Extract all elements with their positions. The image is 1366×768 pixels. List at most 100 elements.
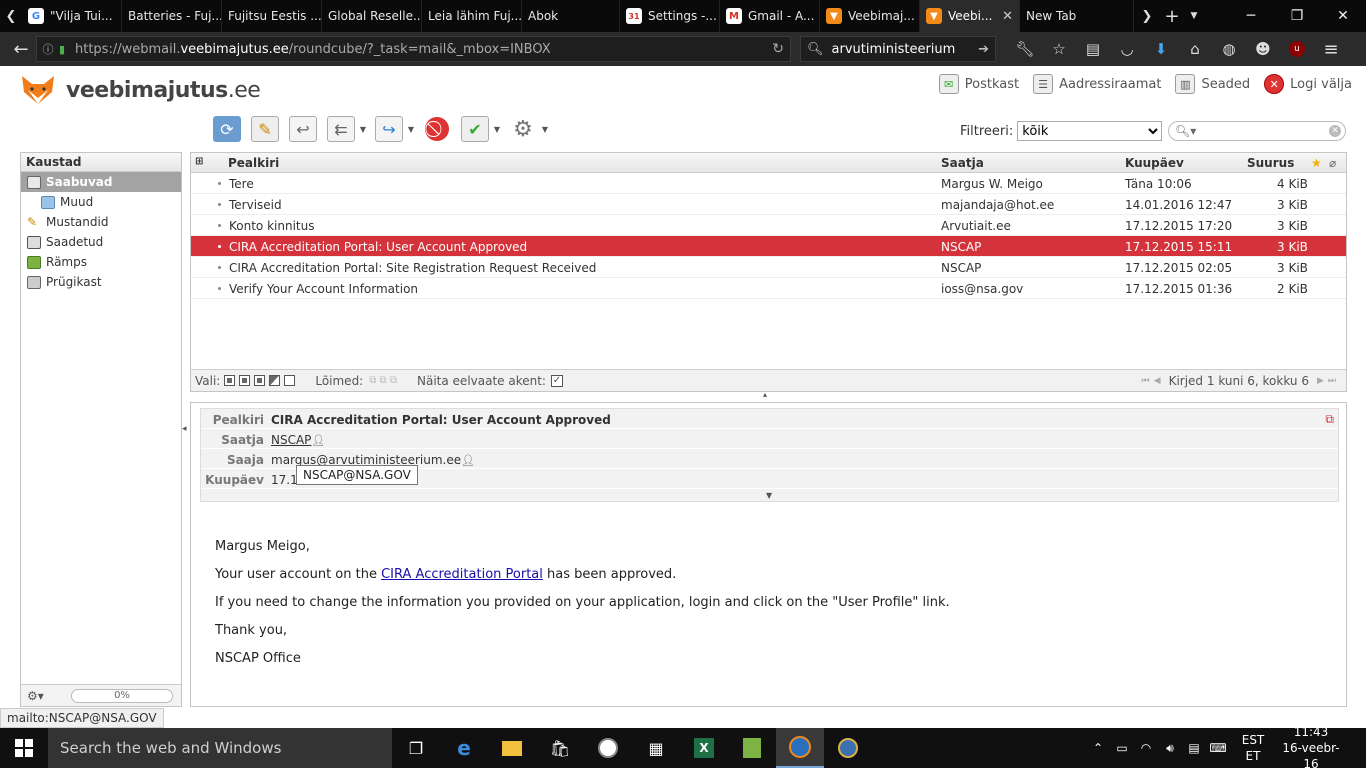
keyboard-icon[interactable]: ⌨ xyxy=(1206,741,1230,755)
back-button[interactable]: ← xyxy=(6,34,36,64)
info-icon[interactable]: ⓘ xyxy=(37,41,59,57)
dropdown-arrow-icon[interactable]: ▼ xyxy=(360,125,366,134)
select-invert-icon[interactable] xyxy=(269,375,281,386)
emoji-icon[interactable]: ☻ xyxy=(1246,36,1280,62)
message-row[interactable]: CIRA Accreditation Portal: User Account … xyxy=(191,236,1346,257)
column-subject[interactable]: Pealkiri xyxy=(228,156,279,170)
folder-item-saadetud[interactable]: Saadetud xyxy=(21,232,181,252)
list-options-icon[interactable]: ⊞ xyxy=(195,156,203,167)
unread-status-icon[interactable] xyxy=(218,224,221,227)
calculator-icon[interactable]: ▦ xyxy=(632,728,680,768)
browser-tab[interactable]: G "Vilja Tui... xyxy=(22,0,122,32)
unread-status-icon[interactable] xyxy=(218,203,221,206)
clock-app-icon[interactable] xyxy=(584,728,632,768)
volume-icon[interactable]: 🔊︎ xyxy=(1158,741,1182,756)
store-icon[interactable]: 🛍︎ xyxy=(536,728,584,768)
power-icon[interactable]: ▭ xyxy=(1110,741,1134,755)
language-indicator[interactable]: EST ET xyxy=(1230,732,1276,764)
unread-status-icon[interactable] xyxy=(218,245,221,248)
column-from[interactable]: Saatja xyxy=(941,156,984,170)
filter-select[interactable]: kõik xyxy=(1017,121,1163,141)
splitter-handle-icon[interactable]: ◂ xyxy=(182,424,187,434)
browser-search-bar[interactable]: 🔍︎ arvutiministeerium ➔ xyxy=(800,36,996,62)
column-size[interactable]: Suurus xyxy=(1247,156,1294,170)
ublock-icon[interactable]: u xyxy=(1280,36,1314,62)
excel-icon[interactable]: X xyxy=(680,728,728,768)
browser-tab[interactable]: 31 Settings -... xyxy=(620,0,720,32)
message-row[interactable]: Konto kinnitus Arvutiait.ee 17.12.2015 17:… xyxy=(191,215,1346,236)
wifi-icon[interactable]: ◠ xyxy=(1134,741,1158,755)
select-none-icon[interactable] xyxy=(284,375,296,386)
reply-all-button[interactable]: ⇇ ▼ xyxy=(324,112,366,146)
unread-status-icon[interactable] xyxy=(218,287,221,290)
browser-tab[interactable]: M Gmail - A... xyxy=(720,0,820,32)
nav-postkast[interactable]: ✉ Postkast xyxy=(938,74,1019,94)
new-tab-icon[interactable]: + xyxy=(1160,0,1184,32)
more-actions-button[interactable]: ⚙ ▼ xyxy=(506,112,548,146)
prev-page-icon[interactable]: ◀ xyxy=(1154,376,1161,386)
expand-headers-icon[interactable]: ▼ xyxy=(766,491,772,500)
folder-item-ramps[interactable]: Rämps xyxy=(21,252,181,272)
edge-icon[interactable]: e xyxy=(440,728,488,768)
browser-tab[interactable]: Global Reselle... xyxy=(322,0,422,32)
tab-list-icon[interactable]: ▼ xyxy=(1184,0,1204,32)
start-button[interactable] xyxy=(0,728,48,768)
browser-tab-active[interactable]: ▼ Veebi... ✕ xyxy=(920,0,1020,32)
cira-portal-link[interactable]: CIRA Accreditation Portal xyxy=(381,567,543,582)
attachment-column-icon[interactable]: ⌀ xyxy=(1329,156,1336,170)
bookmark-star-icon[interactable]: ☆ xyxy=(1042,36,1076,62)
wrench-icon[interactable]: 🔧︎ xyxy=(1008,36,1042,62)
select-all-icon[interactable] xyxy=(224,375,236,386)
thread-expand-icons[interactable]: ⧉ ⧉ ⧉ xyxy=(369,375,397,386)
menu-icon[interactable]: ≡ xyxy=(1314,36,1348,62)
dropdown-arrow-icon[interactable]: ▼ xyxy=(408,125,414,134)
browser-tab[interactable]: Batteries - Fuj... xyxy=(122,0,222,32)
folder-item-prugikast[interactable]: Prügikast xyxy=(21,272,181,292)
unread-status-icon[interactable] xyxy=(218,182,221,185)
tab-scroll-right-icon[interactable]: ❯ xyxy=(1134,0,1160,32)
flag-column-star-icon[interactable]: ★ xyxy=(1311,156,1322,170)
action-center-icon[interactable]: ▤ xyxy=(1182,741,1206,755)
tray-expand-icon[interactable]: ⌃ xyxy=(1086,741,1110,755)
reload-icon[interactable]: ↻ xyxy=(772,41,784,57)
column-date[interactable]: Kuupäev xyxy=(1125,156,1184,170)
mark-button[interactable]: ✔ ▼ xyxy=(458,112,500,146)
select-page-icon[interactable] xyxy=(239,375,251,386)
minimize-icon[interactable]: ─ xyxy=(1228,0,1274,32)
unread-status-icon[interactable] xyxy=(218,266,221,269)
download-icon[interactable]: ⬇ xyxy=(1144,36,1178,62)
open-in-new-window-icon[interactable]: ⧉ xyxy=(1325,412,1334,427)
dropdown-arrow-icon[interactable]: ▼ xyxy=(494,125,500,134)
sender-link[interactable]: NSCAP xyxy=(271,433,311,447)
privacy-icon[interactable]: ◍ xyxy=(1212,36,1246,62)
task-view-icon[interactable]: ❐ xyxy=(392,728,440,768)
maximize-icon[interactable]: ❐ xyxy=(1274,0,1320,32)
search-go-icon[interactable]: ➔ xyxy=(978,42,989,57)
delete-button[interactable]: ⃠ xyxy=(420,112,454,146)
browser-tab[interactable]: Abok xyxy=(522,0,620,32)
reply-button[interactable]: ↩ xyxy=(286,112,320,146)
nav-logout[interactable]: ✕ Logi välja xyxy=(1264,74,1352,94)
folder-item-mustandid[interactable]: ✎ Mustandid xyxy=(21,212,181,232)
refresh-button[interactable]: ⟳ xyxy=(210,112,244,146)
select-unread-icon[interactable] xyxy=(254,375,266,386)
notes-app-icon[interactable] xyxy=(728,728,776,768)
taskbar-search[interactable]: Search the web and Windows xyxy=(48,728,392,768)
home-icon[interactable]: ⌂ xyxy=(1178,36,1212,62)
preview-checkbox[interactable]: ✓ xyxy=(550,374,563,387)
message-row[interactable]: Terviseid majandaja@hot.ee 14.01.2016 12:4… xyxy=(191,194,1346,215)
browser-tab[interactable]: ▼ Veebimaj... xyxy=(820,0,920,32)
nav-seaded[interactable]: ▥ Seaded xyxy=(1175,74,1250,94)
close-window-icon[interactable]: ✕ xyxy=(1320,0,1366,32)
compose-button[interactable]: ✎ xyxy=(248,112,282,146)
clear-search-icon[interactable]: ✕ xyxy=(1329,125,1341,137)
quick-search-input[interactable]: 🔍︎▾ ✕ xyxy=(1168,121,1346,141)
search-options-icon[interactable]: 🔍︎▾ xyxy=(1175,124,1196,138)
forward-button[interactable]: ↪ ▼ xyxy=(372,112,414,146)
add-contact-icon[interactable]: 👤︎ xyxy=(461,454,475,467)
file-explorer-icon[interactable] xyxy=(488,728,536,768)
folder-item-muud[interactable]: Muud xyxy=(21,192,181,212)
message-row[interactable]: Verify Your Account Information ioss@nsa.… xyxy=(191,278,1346,299)
app-icon[interactable] xyxy=(824,728,872,768)
folder-item-saabuvad[interactable]: Saabuvad xyxy=(21,172,181,192)
